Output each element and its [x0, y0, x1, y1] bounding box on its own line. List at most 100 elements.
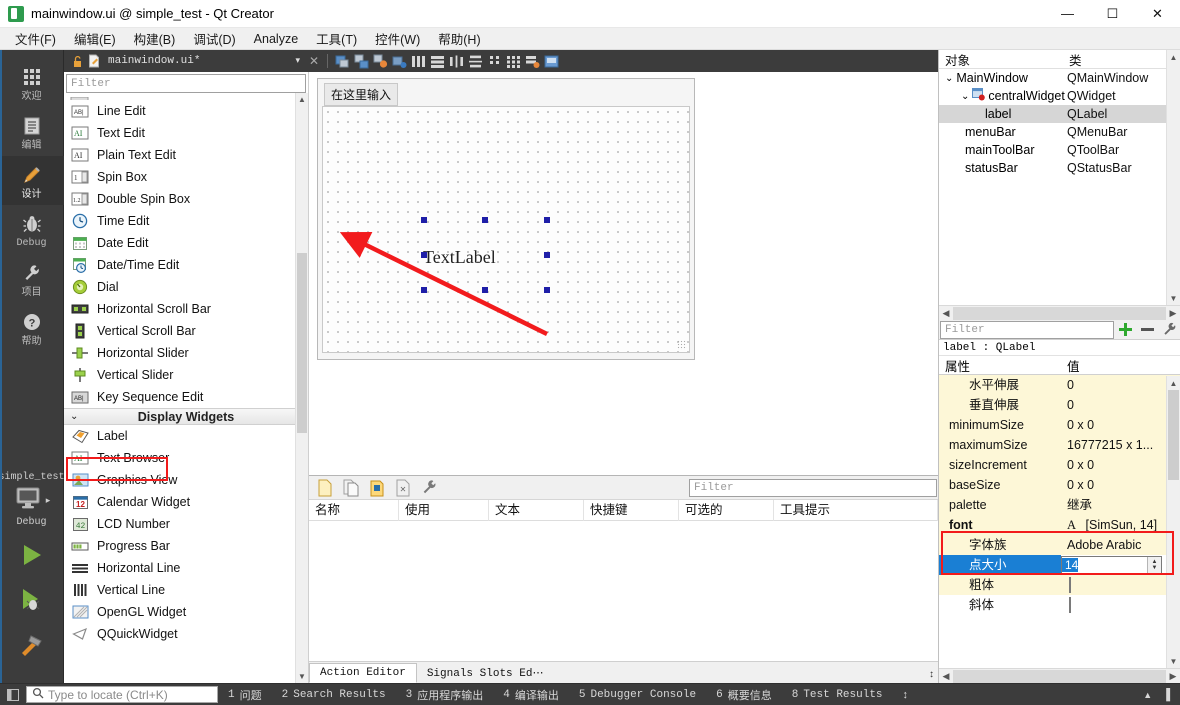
sidebar-toggle-icon[interactable] [0, 688, 26, 701]
widget-item-graphics-view[interactable]: Graphics View [64, 469, 308, 491]
signals-slots-icon[interactable] [353, 53, 369, 69]
mode-edit[interactable]: 编辑 [0, 107, 64, 156]
scroll-down-arrow[interactable]: ▼ [1167, 291, 1180, 305]
widget-item-vertical-line[interactable]: Vertical Line [64, 579, 308, 601]
tree-row-maintoolbar[interactable]: mainToolBar QToolBar [939, 141, 1180, 159]
output-pane-compile-output[interactable]: 4 编译输出 [493, 687, 569, 703]
menu-help[interactable]: 帮助(H) [429, 27, 489, 50]
widget-item-double-spin-box[interactable]: 1.2 Double Spin Box [64, 188, 308, 210]
object-tree-hscrollbar[interactable]: ◀ ▶ [939, 305, 1180, 320]
widget-item-plain-text-edit[interactable]: AI Plain Text Edit [64, 144, 308, 166]
widget-item-spin-box[interactable]: 1 Spin Box [64, 166, 308, 188]
property-value[interactable]: 16777215 x 1... [1061, 434, 1180, 455]
unlock-icon[interactable] [70, 54, 84, 68]
minimize-button[interactable]: — [1045, 0, 1090, 28]
scroll-left-arrow[interactable]: ◀ [939, 308, 953, 319]
scroll-right-arrow[interactable]: ▶ [1166, 671, 1180, 682]
adjust-size-icon[interactable] [543, 53, 559, 69]
property-row-minimumsize[interactable]: minimumSize 0 x 0 [939, 414, 1180, 435]
tree-row-label[interactable]: label QLabel [939, 105, 1180, 123]
wrench-icon[interactable] [419, 479, 439, 497]
play-icon[interactable] [17, 542, 47, 571]
property-row-palette[interactable]: palette 继承 [939, 494, 1180, 515]
delete-icon[interactable]: ✕ [393, 479, 413, 497]
widget-item-lcd-number[interactable]: 42 LCD Number [64, 513, 308, 535]
mode-design[interactable]: 设计 [0, 156, 64, 205]
chevron-down-icon[interactable]: ▾ [295, 56, 300, 66]
output-pane-issues[interactable]: 1 问题 [218, 687, 272, 703]
maximize-button[interactable]: ☐ [1090, 0, 1135, 28]
property-row-sizeincrement[interactable]: sizeIncrement 0 x 0 [939, 454, 1180, 475]
mode-help[interactable]: ? 帮助 [0, 303, 64, 352]
splitter-v-icon[interactable] [467, 53, 483, 69]
right-sidebar-toggle-icon[interactable]: ▐ [1162, 689, 1170, 701]
menu-edit[interactable]: 编辑(E) [65, 27, 125, 50]
scroll-down-arrow[interactable]: ▼ [1167, 654, 1180, 668]
kit-expand-arrow[interactable]: ▸ [46, 495, 51, 506]
output-pane-search-results[interactable]: 2 Search Results [272, 689, 396, 701]
scroll-up-arrow[interactable]: ▲ [1167, 376, 1180, 390]
buddies-icon[interactable] [372, 53, 388, 69]
selection-handle-tl[interactable] [421, 217, 427, 223]
edit-widgets-icon[interactable] [334, 53, 350, 69]
form-window[interactable]: 在这里输入 TextLabel [317, 78, 695, 360]
selection-handle-mr[interactable] [544, 252, 550, 258]
text-label-widget[interactable]: TextLabel [423, 247, 496, 268]
selection-handle-bm[interactable] [482, 287, 488, 293]
new-icon[interactable] [315, 479, 335, 497]
column-tooltip[interactable]: 工具提示 [774, 499, 938, 521]
property-value[interactable]: 0 x 0 [1061, 414, 1180, 435]
copy-icon[interactable] [341, 479, 361, 497]
mode-projects[interactable]: 项目 [0, 254, 64, 303]
output-pane-debugger-console[interactable]: 5 Debugger Console [569, 689, 706, 701]
widget-category-display-widgets[interactable]: ⌄ Display Widgets [64, 408, 308, 425]
menu-debug[interactable]: 调试(D) [184, 27, 244, 50]
property-value[interactable] [1061, 574, 1180, 595]
menu-window[interactable]: 控件(W) [366, 27, 429, 50]
property-row-font-family[interactable]: 字体族 Adobe Arabic [939, 534, 1180, 555]
scrollbar-thumb[interactable] [1168, 390, 1179, 480]
object-tree-vscrollbar[interactable]: ▲ ▼ [1166, 50, 1180, 305]
widget-list[interactable]: AB| Line Edit AI Text Edit AI Plain Text… [64, 93, 308, 683]
property-vscrollbar[interactable]: ▲ ▼ [1166, 376, 1180, 668]
scroll-up-arrow[interactable]: ▲ [296, 93, 308, 106]
output-pane-application-output[interactable]: 3 应用程序输出 [396, 687, 494, 703]
column-shortcut[interactable]: 快捷键 [584, 499, 679, 521]
scroll-left-arrow[interactable]: ◀ [939, 671, 953, 682]
point-size-input[interactable]: 14 ▲ ▼ [1061, 555, 1162, 574]
break-layout-icon[interactable] [524, 53, 540, 69]
column-property[interactable]: 属性 [939, 356, 1061, 374]
property-value[interactable]: A [SimSun, 14] [1061, 514, 1180, 535]
layout-v-icon[interactable] [429, 53, 445, 69]
play-bug-icon[interactable] [17, 587, 47, 616]
property-rows[interactable]: 水平伸展 0 垂直伸展 0 minimumSize 0 x 0 maximumS… [939, 375, 1180, 668]
action-table-body[interactable] [309, 521, 938, 661]
property-value[interactable]: 0 [1061, 394, 1180, 415]
action-filter-input[interactable]: Filter [689, 478, 937, 497]
column-class[interactable]: 类 [1063, 50, 1082, 68]
scrollbar-thumb[interactable] [297, 253, 307, 433]
bold-checkbox[interactable] [1069, 576, 1071, 593]
paste-icon[interactable] [367, 479, 387, 497]
maximize-output-icon[interactable]: ▲ [1143, 690, 1152, 700]
selection-handle-bl[interactable] [421, 287, 427, 293]
tab-action-editor[interactable]: Action Editor [309, 663, 417, 683]
wrench-icon[interactable] [1158, 322, 1180, 337]
property-row-italic[interactable]: 斜体 [939, 594, 1180, 615]
scroll-down-arrow[interactable]: ▼ [296, 670, 308, 683]
widget-item-label[interactable]: Label [64, 425, 308, 447]
tab-order-icon[interactable] [391, 53, 407, 69]
widget-item-v-scrollbar[interactable]: Vertical Scroll Bar [64, 320, 308, 342]
column-used[interactable]: 使用 [399, 499, 489, 521]
property-hscrollbar[interactable]: ◀ ▶ [939, 668, 1180, 683]
widget-box-scrollbar[interactable]: ▲ ▼ [295, 93, 308, 683]
property-value[interactable]: 继承 [1061, 494, 1180, 515]
widget-item-time-edit[interactable]: Time Edit [64, 210, 308, 232]
widget-item-horizontal-line[interactable]: Horizontal Line [64, 557, 308, 579]
property-value[interactable]: 0 [1061, 375, 1180, 395]
central-widget-area[interactable]: TextLabel [322, 106, 690, 353]
tab-signals-slots-editor[interactable]: Signals Slots Ed⋯ [417, 663, 554, 683]
menu-analyze[interactable]: Analyze [245, 30, 307, 48]
output-pane-general-messages[interactable]: 6 概要信息 [706, 687, 782, 703]
open-file-selector[interactable]: mainwindow.ui* ▾ [104, 52, 304, 70]
